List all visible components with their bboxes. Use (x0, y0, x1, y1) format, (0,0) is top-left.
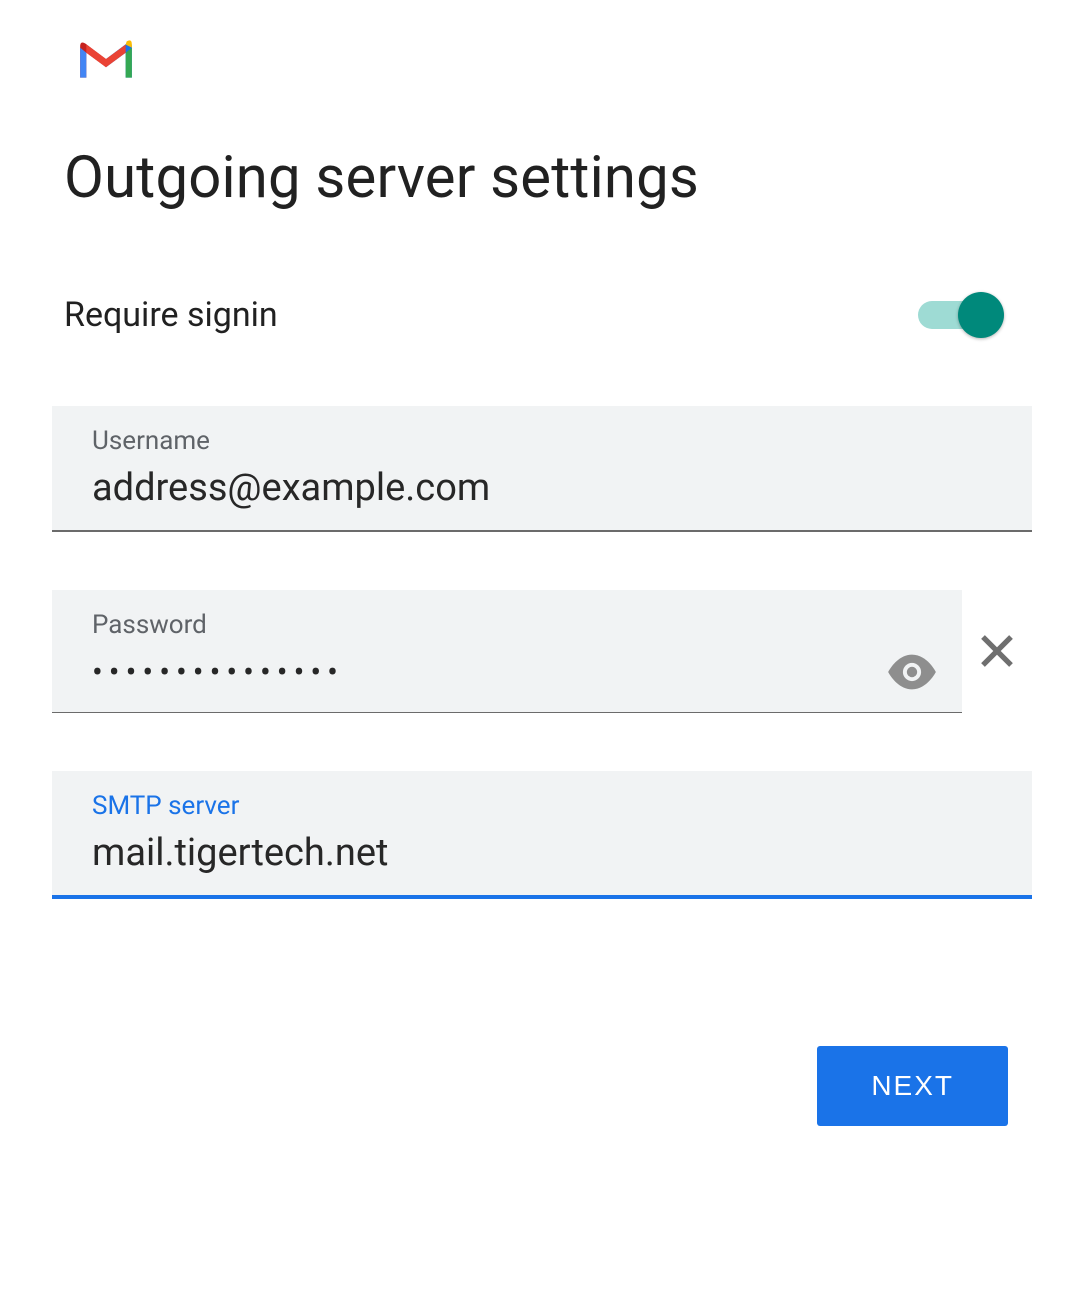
username-field[interactable]: Username address@example.com (52, 406, 1032, 532)
require-signin-label: Require signin (64, 295, 278, 335)
username-value: address@example.com (92, 466, 992, 512)
outgoing-server-settings-screen: Outgoing server settings Require signin … (0, 0, 1080, 1300)
smtp-server-label: SMTP server (92, 791, 992, 821)
clear-password-button[interactable] (962, 630, 1032, 672)
close-icon (976, 630, 1018, 672)
password-row: Password ••••••••••••••• (52, 590, 1032, 714)
gmail-logo-icon (76, 36, 136, 82)
next-button[interactable]: NEXT (817, 1046, 1008, 1126)
password-field[interactable]: Password ••••••••••••••• (52, 590, 962, 714)
require-signin-row: Require signin (64, 292, 1020, 338)
password-label: Password (92, 610, 938, 640)
smtp-server-field[interactable]: SMTP server mail.tigertech.net (52, 771, 1032, 899)
page-title: Outgoing server settings (64, 144, 1020, 212)
footer: NEXT (817, 1046, 1008, 1126)
password-value: ••••••••••••••• (92, 650, 344, 695)
smtp-server-value: mail.tigertech.net (92, 831, 992, 877)
toggle-thumb (958, 292, 1004, 338)
eye-icon[interactable] (886, 654, 938, 690)
username-label: Username (92, 426, 992, 456)
require-signin-toggle[interactable] (918, 292, 1004, 338)
